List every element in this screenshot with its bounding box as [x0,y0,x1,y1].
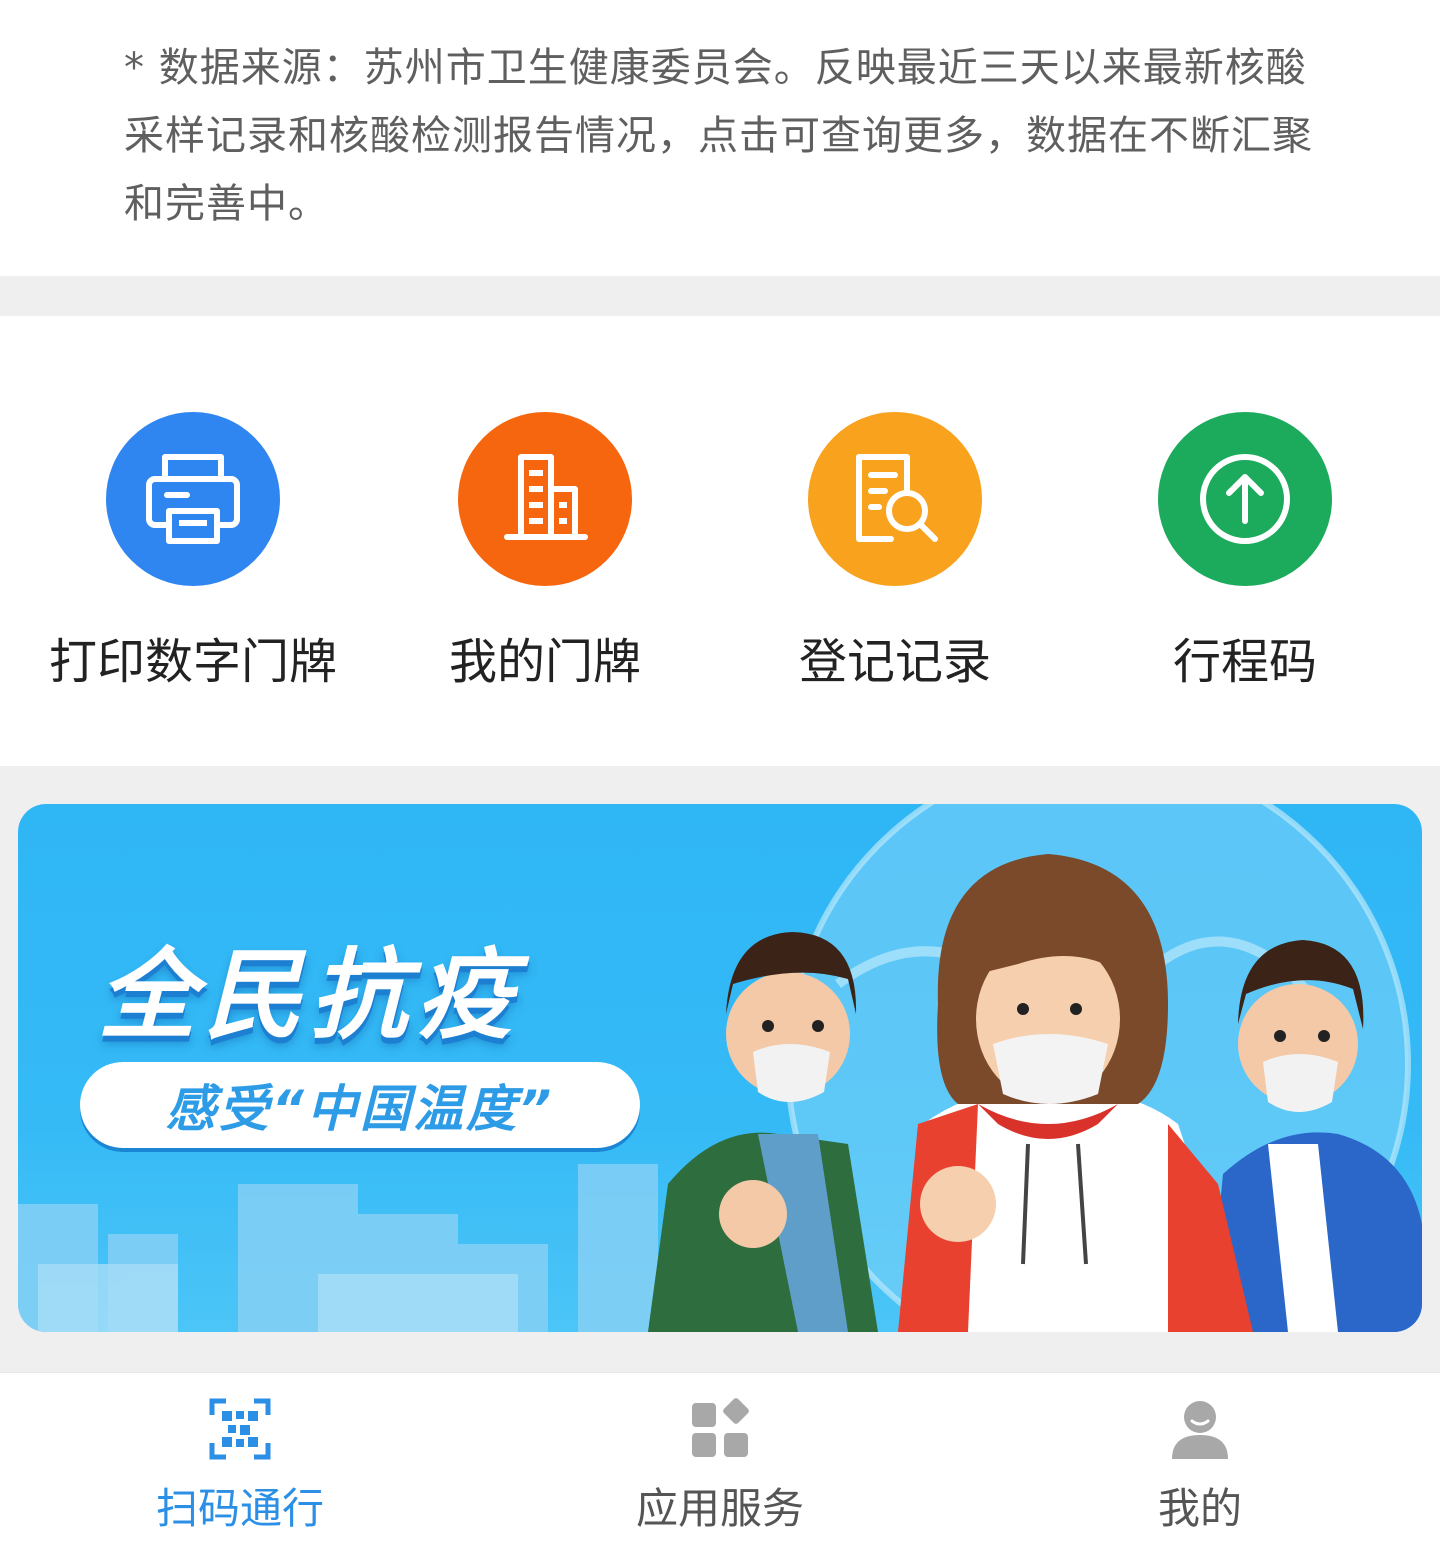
tab-label: 应用服务 [635,1484,804,1533]
banner-subtitle-pill: 感受“中国温度” [80,1062,640,1148]
qr-scan-icon [209,1398,271,1460]
user-profile-icon [1172,1401,1228,1459]
action-label: 行程码 [1172,634,1317,690]
action-label: 登记记录 [798,634,991,690]
tab-label: 扫码通行 [155,1484,324,1533]
apps-grid-icon [692,1398,749,1457]
bottom-tab-bar: 扫码通行 应用服务 我的 [0,1372,1440,1548]
building-icon [458,412,632,586]
action-label: 打印数字门牌 [48,634,337,690]
data-source-notice[interactable]: * 数据来源：苏州市卫生健康委员会。反映最近三天以来最新核酸采样记录和核酸检测报… [0,0,1440,276]
printer-icon [106,412,280,586]
section-divider [0,276,1440,316]
print-doorplate-button[interactable]: 打印数字门牌 [18,412,368,712]
banner-title: 全民抗疫 [98,939,523,1053]
tab-label: 我的 [1157,1484,1242,1533]
quick-actions-grid: 打印数字门牌 我的门牌 登记记录 行程码 [0,316,1440,766]
tab-scan-pass[interactable]: 扫码通行 [0,1373,480,1548]
arrow-up-circle-icon [1158,412,1332,586]
banner-subtitle: 感受“中国温度” [165,1080,555,1138]
notice-text: * 数据来源：苏州市卫生健康委员会。反映最近三天以来最新核酸采样记录和核酸检测报… [124,45,1313,227]
action-label: 我的门牌 [448,634,641,690]
anti-epidemic-banner[interactable]: 全民抗疫 感受“中国温度” [18,804,1422,1332]
travel-code-button[interactable]: 行程码 [1070,412,1420,712]
app-page: * 数据来源：苏州市卫生健康委员会。反映最近三天以来最新核酸采样记录和核酸检测报… [0,0,1440,1548]
tab-app-services[interactable]: 应用服务 [480,1373,960,1548]
registration-records-button[interactable]: 登记记录 [720,412,1070,712]
my-doorplate-button[interactable]: 我的门牌 [370,412,720,712]
document-search-icon [808,412,982,586]
tab-mine[interactable]: 我的 [960,1373,1440,1548]
